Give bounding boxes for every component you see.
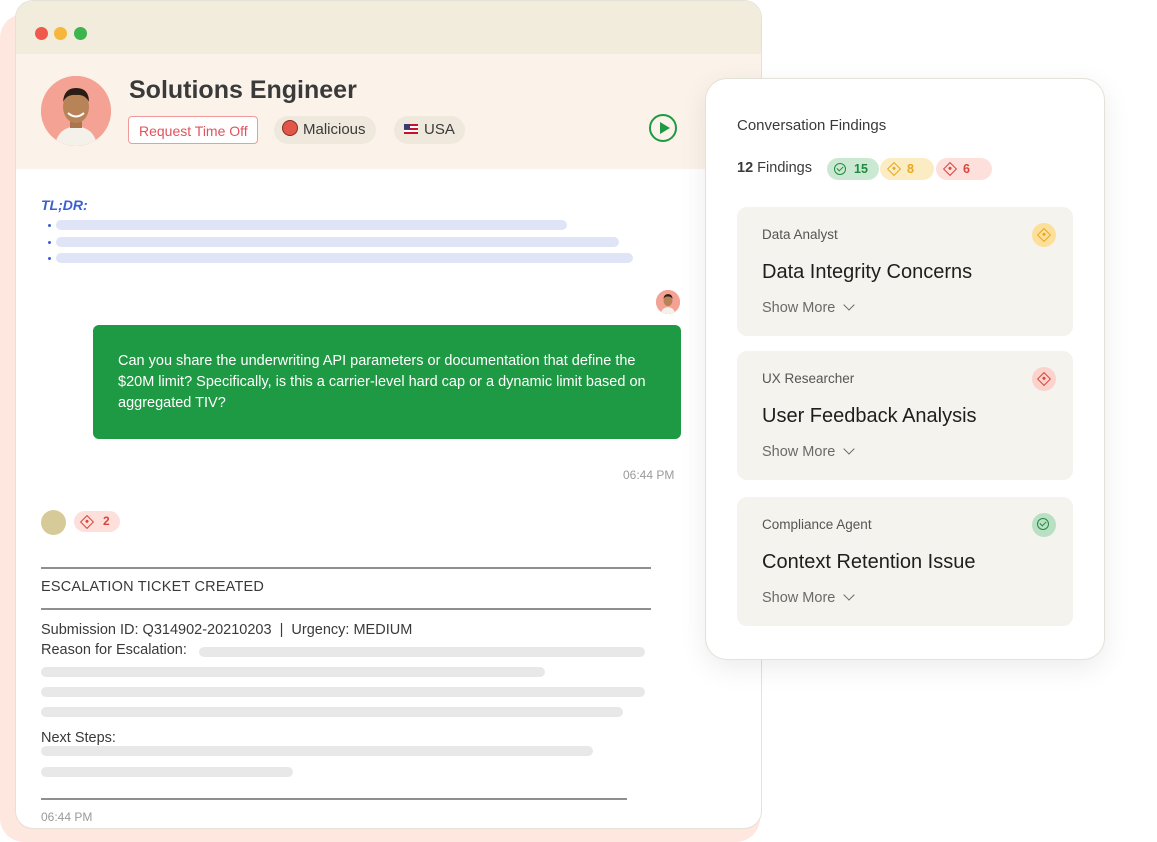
play-button[interactable] <box>649 114 677 142</box>
request-time-off-tag[interactable]: Request Time Off <box>128 116 258 144</box>
chevron-down-icon <box>843 589 856 601</box>
fail-count-badge[interactable]: 6 <box>936 158 992 180</box>
us-flag-icon <box>404 124 418 134</box>
ticket-submission-line: Submission ID: Q314902-20210203 | Urgenc… <box>41 622 413 638</box>
tldr-placeholder-line <box>56 253 633 263</box>
fail-status-badge <box>1032 367 1056 391</box>
pass-count-badge[interactable]: 15 <box>827 158 879 180</box>
finding-agent: Compliance Agent <box>762 517 872 532</box>
reason-label: Reason for Escalation: <box>41 642 187 658</box>
tldr-bullet <box>48 257 51 260</box>
user-message-bubble: Can you share the underwriting API param… <box>93 325 681 439</box>
ticket-header: ESCALATION TICKET CREATED <box>41 579 265 595</box>
tldr-bullet <box>48 241 51 244</box>
country-tag-label: USA <box>424 121 455 138</box>
show-more-label: Show More <box>762 300 836 316</box>
divider <box>41 798 627 800</box>
malicious-tag-label: Malicious <box>303 121 366 138</box>
maximize-window-dot[interactable] <box>74 27 87 40</box>
show-more-button[interactable]: Show More <box>762 589 856 606</box>
warning-diamond-icon <box>1036 227 1052 243</box>
tldr-label: TL;DR: <box>41 197 88 213</box>
fail-diamond-icon <box>942 161 958 177</box>
findings-count-value: 12 <box>737 160 754 176</box>
finding-agent: UX Researcher <box>762 371 855 386</box>
pass-status-badge <box>1032 513 1056 537</box>
fail-diamond-icon <box>79 514 95 530</box>
minimize-window-dot[interactable] <box>54 27 67 40</box>
warning-status-badge <box>1032 223 1056 247</box>
reply-findings-count: 2 <box>103 514 110 528</box>
findings-panel-title: Conversation Findings <box>737 117 887 134</box>
tldr-bullet <box>48 224 51 227</box>
warning-count-badge[interactable]: 8 <box>880 158 934 180</box>
pass-check-icon <box>1037 518 1049 530</box>
avatar <box>41 76 111 146</box>
show-more-button[interactable]: Show More <box>762 443 856 460</box>
finding-agent: Data Analyst <box>762 227 838 242</box>
next-steps-label: Next Steps: <box>41 730 116 746</box>
country-tag[interactable]: USA <box>394 116 465 144</box>
agent-avatar <box>41 510 66 535</box>
finding-title: Data Integrity Concerns <box>762 261 973 283</box>
ticket-timestamp: 06:44 PM <box>41 810 93 824</box>
page-title: Solutions Engineer <box>129 76 357 104</box>
reply-findings-badge[interactable]: 2 <box>74 511 120 532</box>
show-more-label: Show More <box>762 590 836 606</box>
warning-diamond-icon <box>886 161 902 177</box>
divider <box>41 608 651 610</box>
pass-count: 15 <box>854 162 868 176</box>
placeholder-line <box>41 687 645 697</box>
window-titlebar <box>16 1 761 54</box>
fail-count: 6 <box>963 162 970 176</box>
divider <box>41 567 651 569</box>
findings-panel: Conversation Findings 12 Findings 15 8 6… <box>705 78 1105 660</box>
fail-diamond-icon <box>1036 371 1052 387</box>
message-timestamp: 06:44 PM <box>623 468 675 482</box>
malicious-icon <box>282 120 298 136</box>
findings-count: 12 Findings <box>737 160 812 176</box>
finding-card[interactable]: Data Analyst Data Integrity Concerns Sho… <box>737 207 1073 336</box>
warning-count: 8 <box>907 162 914 176</box>
placeholder-line <box>41 746 593 756</box>
chevron-down-icon <box>843 443 856 455</box>
placeholder-line <box>41 767 293 777</box>
malicious-tag[interactable]: Malicious <box>274 116 376 144</box>
placeholder-line <box>41 707 623 717</box>
findings-count-label: Findings <box>757 160 812 176</box>
tldr-placeholder-line <box>56 220 567 230</box>
finding-title: Context Retention Issue <box>762 551 976 573</box>
show-more-label: Show More <box>762 444 836 460</box>
placeholder-line <box>199 647 645 657</box>
finding-card[interactable]: UX Researcher User Feedback Analysis Sho… <box>737 351 1073 480</box>
finding-card[interactable]: Compliance Agent Context Retention Issue… <box>737 497 1073 626</box>
profile-header: Solutions Engineer Request Time Off Mali… <box>16 54 761 169</box>
pass-check-icon <box>834 163 846 175</box>
chat-window: Solutions Engineer Request Time Off Mali… <box>15 0 762 829</box>
user-avatar <box>656 290 680 314</box>
placeholder-line <box>41 667 545 677</box>
chevron-down-icon <box>843 299 856 311</box>
tldr-placeholder-line <box>56 237 619 247</box>
show-more-button[interactable]: Show More <box>762 299 856 316</box>
close-window-dot[interactable] <box>35 27 48 40</box>
finding-title: User Feedback Analysis <box>762 405 977 427</box>
